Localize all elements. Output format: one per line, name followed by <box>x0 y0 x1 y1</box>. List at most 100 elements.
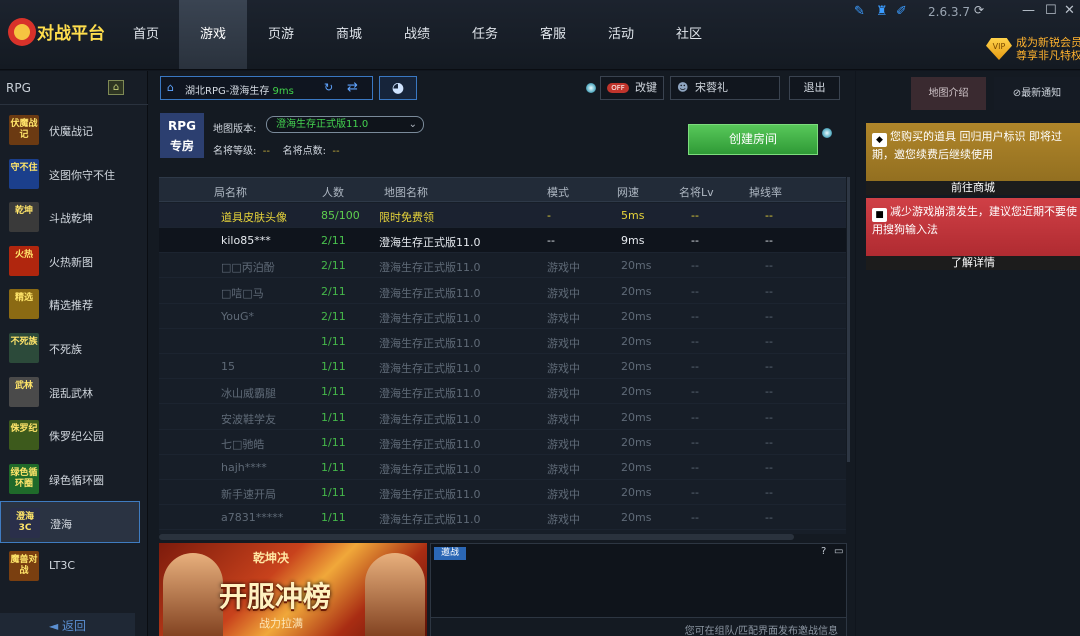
table-cell: 1/11 <box>321 435 346 449</box>
table-cell: 1/11 <box>321 410 346 424</box>
top-bar: 对战平台 首页 游戏 页游 商城 战绩 任务 客服 活动 社区 ✎ ♜ ✐ 2.6.3.7 ⟳ … <box>0 0 1080 70</box>
table-row[interactable]: kilo85*** 2/11 澄海生存正式版11.0 -- 9ms -- -- <box>159 228 846 254</box>
column-header[interactable]: 网速 <box>617 184 639 200</box>
nav-7[interactable]: 活动 <box>587 0 655 69</box>
table-row[interactable]: 15 1/11 澄海生存正式版11.0 游戏中 20ms -- -- <box>159 354 846 380</box>
table-cell: 道具皮肤头像 <box>221 211 287 224</box>
globe-button[interactable]: ◕ <box>379 76 417 100</box>
table-cell: 游戏中 <box>547 387 580 401</box>
sidebar-game-item[interactable]: 澄海3C 澄海 <box>0 501 140 544</box>
server-ping: 9ms <box>272 86 294 97</box>
table-row[interactable]: 新手速开局 1/11 澄海生存正式版11.0 游戏中 20ms -- -- <box>159 480 846 506</box>
table-cell: - <box>547 209 551 222</box>
notice-card-shop[interactable]: ◆ 您购买的道具 回归用户标识 即将过期，邀您续费后继续使用 前往商城 <box>866 123 1080 195</box>
table-row[interactable]: YouG* 2/11 澄海生存正式版11.0 游戏中 20ms -- -- <box>159 304 846 329</box>
table-row[interactable]: a7831***** 1/11 澄海生存正式版11.0 游戏中 20ms -- -- <box>159 505 846 531</box>
category-label: RPG <box>6 81 31 95</box>
swap-icon[interactable]: ⇄ <box>347 80 358 95</box>
table-row[interactable]: 安波鞋学友 1/11 澄海生存正式版11.0 游戏中 20ms -- -- <box>159 405 846 430</box>
table-cell: 1/11 <box>321 461 346 474</box>
sidebar-game-item[interactable]: 精选 精选推荐 <box>0 283 140 325</box>
invite-chat-panel: 邀战 ? ▭ 您可在组队/匹配界面发布邀战信息 <box>430 543 847 636</box>
nav-5[interactable]: 任务 <box>451 0 519 69</box>
column-header[interactable]: 名将Lv <box>679 184 714 200</box>
table-cell: -- <box>765 234 773 248</box>
shirt-icon[interactable]: ♜ <box>876 5 890 19</box>
chat-input[interactable]: 您可在组队/匹配界面发布邀战信息 <box>431 617 846 636</box>
sidebar-game-item[interactable]: 武林 混乱武林 <box>0 371 140 413</box>
keymap-toggle[interactable]: OFF 改键 <box>600 76 664 100</box>
nav-6[interactable]: 客服 <box>519 0 587 69</box>
sidebar-game-item[interactable]: 伏魔战记 伏魔战记 <box>0 109 140 151</box>
sidebar-game-item[interactable]: 守不住 这图你守不住 <box>0 153 140 195</box>
map-version-label: 地图版本: <box>213 124 257 135</box>
window-icon[interactable]: ▭ <box>834 546 843 557</box>
table-row[interactable]: 1/11 澄海生存正式版11.0 游戏中 20ms -- -- <box>159 329 846 354</box>
nav-8[interactable]: 社区 <box>655 0 723 69</box>
table-cell: 游戏中 <box>547 261 580 275</box>
tab-map-intro[interactable]: 地图介绍 <box>911 77 986 110</box>
column-header[interactable]: 模式 <box>547 184 569 200</box>
table-cell: 1/11 <box>321 385 346 399</box>
map-version-select[interactable]: 澄海生存正式版11.0 ⌄ <box>266 116 424 133</box>
minimize-icon[interactable]: — <box>1022 3 1035 18</box>
home-icon[interactable]: ⌂ <box>108 80 124 95</box>
sidebar-game-item[interactable]: 侏罗纪 侏罗纪公园 <box>0 414 140 456</box>
vip-promo[interactable]: VIP 成为新锐会员 尊享非凡特权 <box>986 36 1080 64</box>
sidebar-game-item[interactable]: 火热 火热新图 <box>0 240 140 282</box>
hero-stats: 名将等级: -- 名将点数: -- <box>213 146 340 157</box>
nav-2[interactable]: 页游 <box>247 0 315 69</box>
table-row[interactable]: 冰山威霸腿 1/11 澄海生存正式版11.0 游戏中 20ms -- -- <box>159 379 846 405</box>
column-header[interactable]: 局名称 <box>214 184 247 200</box>
logout-button[interactable]: 退出 <box>789 76 840 100</box>
maximize-icon[interactable]: ☐ <box>1045 3 1057 18</box>
tab-latest-notice[interactable]: ⊘最新通知 <box>994 77 1080 110</box>
sidebar-game-item[interactable]: 乾坤 斗战乾坤 <box>0 196 140 238</box>
column-header[interactable]: 人数 <box>322 184 344 200</box>
vertical-scrollbar[interactable] <box>847 177 850 462</box>
column-header[interactable]: 地图名称 <box>384 184 428 200</box>
column-header[interactable]: 掉线率 <box>749 184 782 200</box>
refresh-icon[interactable]: ⟳ <box>974 3 984 17</box>
sidebar-game-item[interactable]: 魔兽对战 LT3C <box>0 545 140 587</box>
table-cell: 1/11 <box>321 511 346 525</box>
sidebar-game-item[interactable]: 不死族 不死族 <box>0 327 140 369</box>
tab-invite[interactable]: 邀战 <box>434 547 466 560</box>
table-cell: 2/11 <box>321 234 346 248</box>
go-shop-link[interactable]: 前往商城 <box>866 181 1080 195</box>
ad-banner[interactable]: 乾坤决 开服冲榜 战力拉满 <box>159 543 427 636</box>
user-button[interactable]: ☻ 宋蓉礼 <box>670 76 780 100</box>
table-row[interactable]: 道具皮肤头像 85/100 限时免费领 - 5ms -- -- <box>159 203 846 228</box>
notice-card-crash[interactable]: ■ 减少游戏崩溃发生，建议您近期不要使用搜狗输入法 了解详情 <box>866 198 1080 270</box>
version-label: 2.6.3.7 <box>928 5 970 19</box>
nav-1[interactable]: 游戏 <box>179 0 247 69</box>
brush-icon[interactable]: ✐ <box>896 5 910 19</box>
server-selector[interactable]: ⌂ 湖北RPG-澄海生存 9ms ↻ ⇄ <box>160 76 373 100</box>
table-cell: 2/11 <box>321 284 346 298</box>
table-cell: -- <box>547 234 555 248</box>
back-button[interactable]: ◄ 返回 <box>0 613 135 636</box>
table-cell: 20ms <box>621 259 652 273</box>
learn-more-link[interactable]: 了解详情 <box>866 256 1080 270</box>
status-light-icon <box>822 128 832 138</box>
table-cell: -- <box>691 309 699 323</box>
nav-0[interactable]: 首页 <box>112 0 180 69</box>
close-icon[interactable]: ✕ <box>1064 3 1075 18</box>
refresh-server-icon[interactable]: ↻ <box>324 81 333 94</box>
table-row[interactable]: □唁□马 2/11 澄海生存正式版11.0 游戏中 20ms -- -- <box>159 279 846 304</box>
room-table: 局名称 人数 地图名称 模式 网速 名将Lv 掉线率 道具皮肤头像 85/100 限时免费领 - 5… <box>159 177 846 534</box>
nav-4[interactable]: 战绩 <box>383 0 451 69</box>
sidebar-game-item[interactable]: 绿色循环圈 绿色循环圈 <box>0 458 140 500</box>
toggle-switch[interactable]: OFF <box>607 83 629 93</box>
help-icon[interactable]: ? <box>821 546 826 557</box>
table-cell: -- <box>691 385 699 399</box>
table-row[interactable]: hajh**** 1/11 澄海生存正式版11.0 游戏中 20ms -- -- <box>159 455 846 480</box>
create-room-button[interactable]: 创建房间 <box>688 124 818 155</box>
nav-3[interactable]: 商城 <box>315 0 383 69</box>
table-row[interactable]: 七□驰皓 1/11 澄海生存正式版11.0 游戏中 20ms -- -- <box>159 430 846 455</box>
game-name: 精选推荐 <box>49 299 93 313</box>
horizontal-scrollbar[interactable] <box>159 534 794 540</box>
wrench-icon[interactable]: ✎ <box>854 5 868 19</box>
table-row[interactable]: □□丙泊酚 2/11 澄海生存正式版11.0 游戏中 20ms -- -- <box>159 253 846 279</box>
table-cell: -- <box>691 461 699 474</box>
